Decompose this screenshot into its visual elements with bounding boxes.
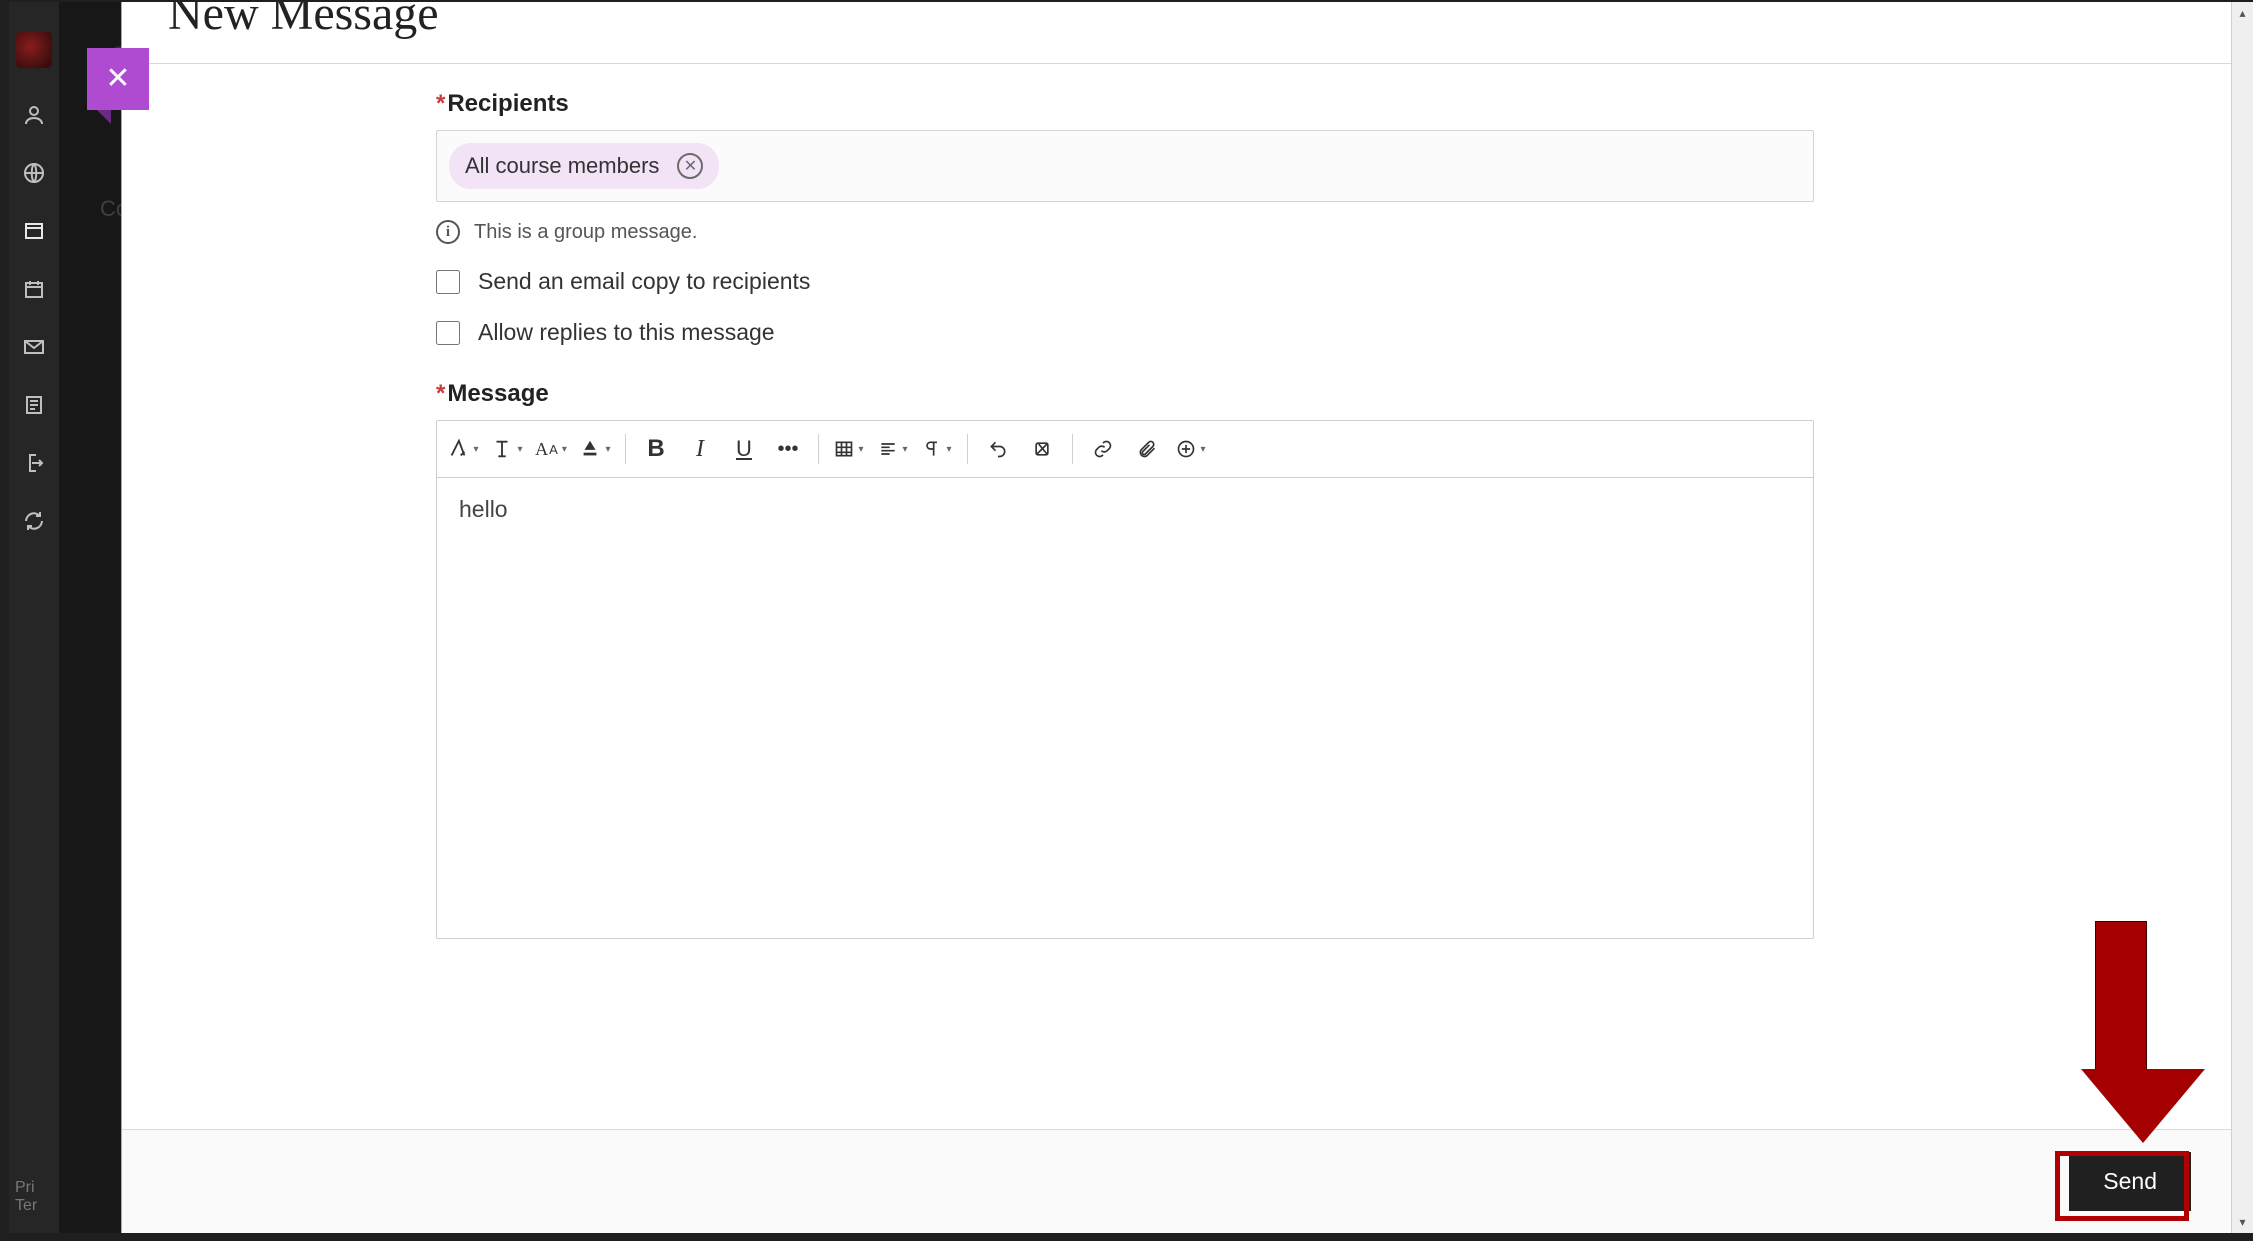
chevron-down-icon: ▾ [562,444,567,455]
scroll-up-button[interactable]: ▴ [2232,2,2253,24]
courses-icon [21,220,47,242]
left-nav-rail [9,2,59,1233]
panel-header: New Message [122,2,2231,64]
align-button[interactable]: ▾ [871,429,915,469]
panel-body: *Recipients All course members ✕ i This … [122,64,2231,1129]
chevron-down-icon: ▾ [902,444,907,455]
bg-footer-line2: Ter [15,1197,37,1215]
text-style-button[interactable]: ▾ [441,429,485,469]
chevron-down-icon: ▾ [517,444,522,455]
allow-replies-label: Allow replies to this message [478,319,775,346]
message-label: *Message [436,380,1814,408]
close-icon: ✕ [105,64,130,94]
email-copy-checkbox[interactable] [436,270,460,294]
group-message-info: i This is a group message. [436,220,1814,244]
required-asterisk: * [436,380,445,407]
insert-plus-button[interactable]: ▾ [1169,429,1213,469]
signout-icon [21,452,47,474]
group-message-info-text: This is a group message. [474,221,697,244]
underline-button[interactable]: U [722,429,766,469]
toolbar-separator [1072,434,1073,464]
grades-icon [21,394,47,416]
italic-button[interactable]: I [678,429,722,469]
text-color-button[interactable]: ▾ [573,429,617,469]
attach-button[interactable] [1125,429,1169,469]
font-family-button[interactable]: AA ▾ [529,429,573,469]
sync-icon [21,510,47,532]
message-body-input[interactable]: hello [437,478,1813,938]
profile-icon [21,104,47,126]
chevron-down-icon: ▾ [605,444,610,455]
paragraph-button[interactable]: ▾ [915,429,959,469]
required-asterisk: * [436,90,445,117]
new-message-panel: ✕ New Message *Recipients All course mem… [121,2,2231,1233]
email-copy-option[interactable]: Send an email copy to recipients [436,268,1814,295]
recipients-label-text: Recipients [447,90,568,117]
bg-footer-line1: Pri [15,1179,37,1197]
toolbar-separator [818,434,819,464]
chevron-down-icon: ▾ [473,444,478,455]
rich-text-editor: ▾ ▾ AA ▾ ▾ [436,420,1814,939]
paragraph-format-button[interactable]: ▾ [485,429,529,469]
recipient-chip: All course members ✕ [449,143,719,189]
message-section: *Message ▾ ▾ [436,380,1814,939]
panel-overlay: ✕ New Message *Recipients All course mem… [59,2,2231,1233]
toolbar-separator [625,434,626,464]
remove-recipient-button[interactable]: ✕ [677,153,703,179]
editor-toolbar: ▾ ▾ AA ▾ ▾ [437,421,1813,478]
chevron-down-icon: ▾ [946,444,951,455]
recipients-label: *Recipients [436,90,1814,118]
globe-icon [21,162,47,184]
recipients-input[interactable]: All course members ✕ [436,130,1814,202]
mail-icon [21,336,47,358]
allow-replies-checkbox[interactable] [436,321,460,345]
brand-logo [16,32,52,68]
panel-footer: Send [122,1129,2231,1233]
recipient-chip-label: All course members [465,153,659,179]
form-column: *Recipients All course members ✕ i This … [436,90,1814,939]
link-button[interactable] [1081,429,1125,469]
bold-button[interactable]: B [634,429,678,469]
send-button[interactable]: Send [2069,1152,2191,1211]
vertical-scrollbar[interactable]: ▴ ▾ [2231,2,2253,1233]
clear-format-button[interactable] [1020,429,1064,469]
toolbar-separator [967,434,968,464]
panel-title: New Message [168,0,2185,41]
email-copy-label: Send an email copy to recipients [478,268,810,295]
message-label-text: Message [447,380,548,407]
close-panel-button[interactable]: ✕ [87,48,149,110]
bg-footer-text: Pri Ter [15,1179,37,1215]
table-button[interactable]: ▾ [827,429,871,469]
allow-replies-option[interactable]: Allow replies to this message [436,319,1814,346]
more-text-button[interactable]: ••• [766,429,810,469]
info-icon: i [436,220,460,244]
undo-button[interactable] [976,429,1020,469]
calendar-icon [21,278,47,300]
scroll-down-button[interactable]: ▾ [2232,1211,2253,1233]
chevron-down-icon: ▾ [858,444,863,455]
chevron-down-icon: ▾ [1200,444,1205,455]
